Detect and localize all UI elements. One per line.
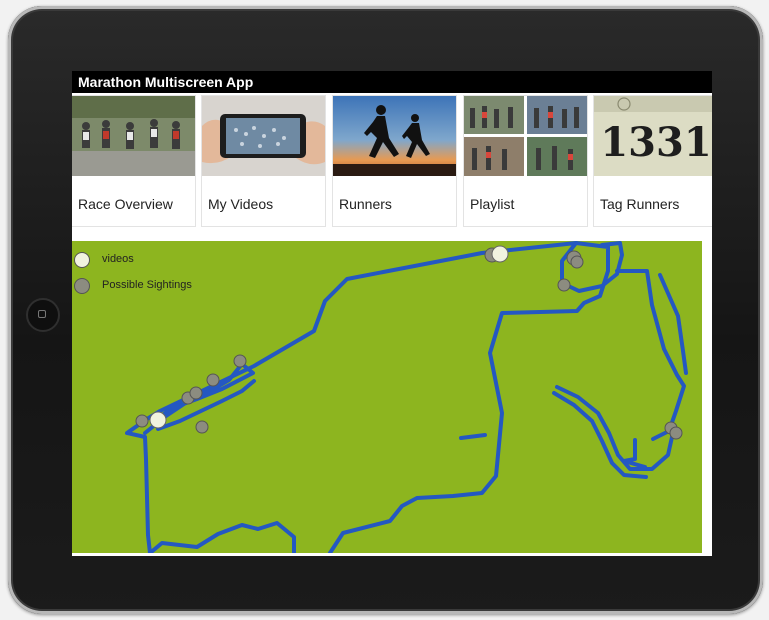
route-segment <box>459 433 487 440</box>
video-marker-swatch <box>74 252 90 268</box>
app-screen: Marathon Multiscreen App Race Overview M… <box>72 71 712 556</box>
route-segment <box>148 521 296 553</box>
route-segment <box>615 269 686 441</box>
possible-sighting-marker <box>669 426 683 440</box>
legend-label: Possible Sightings <box>102 279 192 291</box>
tile-label: Runners <box>339 196 392 212</box>
runners-thumbnail <box>333 96 456 176</box>
app-title: Marathon Multiscreen App <box>78 74 254 90</box>
possible-sighting-marker <box>195 420 209 434</box>
sighting-marker-swatch <box>74 278 90 294</box>
possible-sighting-marker <box>135 414 149 428</box>
runners-silhouette-sunset-photo <box>333 96 456 176</box>
bib-number-text: 1331 <box>600 119 711 166</box>
route-segment <box>622 438 647 469</box>
tile-label: My Videos <box>208 196 274 212</box>
tag-runners-thumbnail: 1331 <box>594 96 712 176</box>
race-photo-collage <box>464 96 587 176</box>
video-marker <box>491 245 509 263</box>
possible-sighting-marker <box>557 278 571 292</box>
marathon-runners-photo <box>72 96 195 176</box>
tile-label: Race Overview <box>78 196 173 212</box>
possible-sighting-marker <box>233 354 247 368</box>
tile-runners[interactable]: Runners <box>333 96 456 226</box>
video-marker <box>149 411 167 429</box>
video-markers <box>149 245 509 429</box>
home-button[interactable] <box>26 298 60 332</box>
possible-sighting-marker <box>570 255 584 269</box>
tile-label: Tag Runners <box>600 196 680 212</box>
race-route-line <box>125 241 688 553</box>
possible-sighting-marker <box>189 386 203 400</box>
possible-sighting-marker <box>206 373 220 387</box>
tile-tag-runners[interactable]: 1331 Tag Runners <box>594 96 712 226</box>
my-videos-thumbnail <box>202 96 325 176</box>
tile-race-overview[interactable]: Race Overview <box>72 96 195 226</box>
route-segment <box>555 385 674 471</box>
race-route-map[interactable]: videos Possible Sightings <box>72 241 702 553</box>
possible-sightings-markers <box>135 247 683 440</box>
tile-playlist[interactable]: Playlist <box>464 96 587 226</box>
tablet-frame: Marathon Multiscreen App Race Overview M… <box>0 0 769 620</box>
route-segment <box>658 273 688 375</box>
race-overview-thumbnail <box>72 96 195 176</box>
app-title-bar: Marathon Multiscreen App <box>72 71 712 93</box>
tile-label: Playlist <box>470 196 515 212</box>
phone-recording-photo <box>202 96 325 176</box>
nav-tiles: Race Overview My Videos Runners Playlist… <box>72 96 712 226</box>
tile-my-videos[interactable]: My Videos <box>202 96 325 226</box>
playlist-thumbnail <box>464 96 587 176</box>
race-bib-number-photo: 1331 <box>594 96 712 176</box>
legend-label: videos <box>102 253 134 265</box>
route-segment <box>560 241 624 293</box>
